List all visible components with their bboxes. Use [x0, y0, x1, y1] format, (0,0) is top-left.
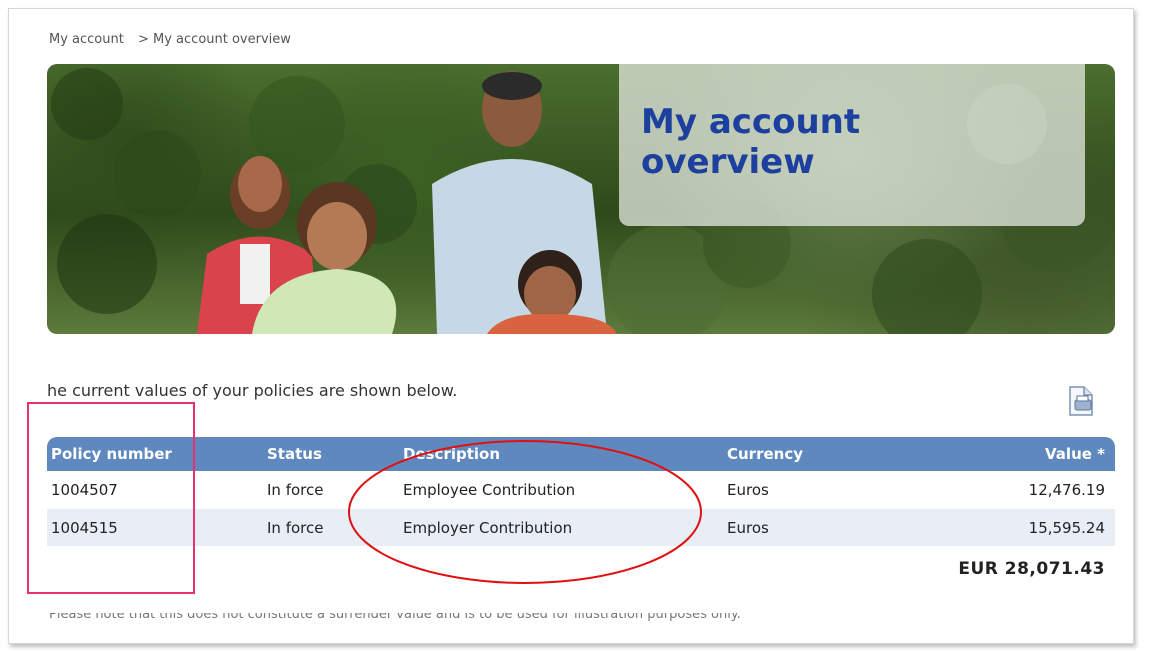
status-cell: In force	[267, 519, 324, 537]
value-cell: 12,476.19	[1028, 481, 1105, 499]
value-cell: 15,595.24	[1028, 519, 1105, 537]
hero-banner: My account overview	[47, 64, 1115, 334]
intro-text: he current values of your policies are s…	[47, 381, 458, 400]
description-cell: Employer Contribution	[403, 519, 573, 537]
table-header: Policy number Status Description Currenc…	[47, 437, 1115, 471]
currency-cell: Euros	[727, 481, 769, 499]
footnote-text: Please note that this does not constitut…	[49, 613, 741, 622]
print-icon[interactable]	[1067, 384, 1095, 418]
col-status: Status	[267, 445, 322, 463]
currency-cell: Euros	[727, 519, 769, 537]
policy-number-cell[interactable]: 1004507	[51, 481, 118, 499]
total-row: EUR 28,071.43	[47, 547, 1115, 591]
status-cell: In force	[267, 481, 324, 499]
description-cell: Employee Contribution	[403, 481, 576, 499]
table-row: 1004515 In force Employer Contribution E…	[47, 509, 1115, 547]
col-value: Value *	[1045, 445, 1105, 463]
col-currency: Currency	[727, 445, 804, 463]
policy-number-cell[interactable]: 1004515	[51, 519, 118, 537]
col-policy-number: Policy number	[51, 445, 172, 463]
breadcrumb-home-link[interactable]: My account	[49, 32, 124, 46]
page-title: My account overview	[641, 102, 861, 182]
screenshot-frame: My account > My account overview My acco…	[8, 8, 1134, 644]
col-description: Description	[403, 445, 501, 463]
footnote: Please note that this does not constitut…	[49, 613, 741, 623]
total-value: EUR 28,071.43	[958, 559, 1105, 579]
title-panel: My account overview	[619, 64, 1085, 226]
policies-table: Policy number Status Description Currenc…	[47, 437, 1115, 591]
breadcrumb: My account > My account overview	[49, 32, 301, 46]
table-row: 1004507 In force Employee Contribution E…	[47, 471, 1115, 509]
breadcrumb-current: > My account overview	[137, 32, 291, 46]
